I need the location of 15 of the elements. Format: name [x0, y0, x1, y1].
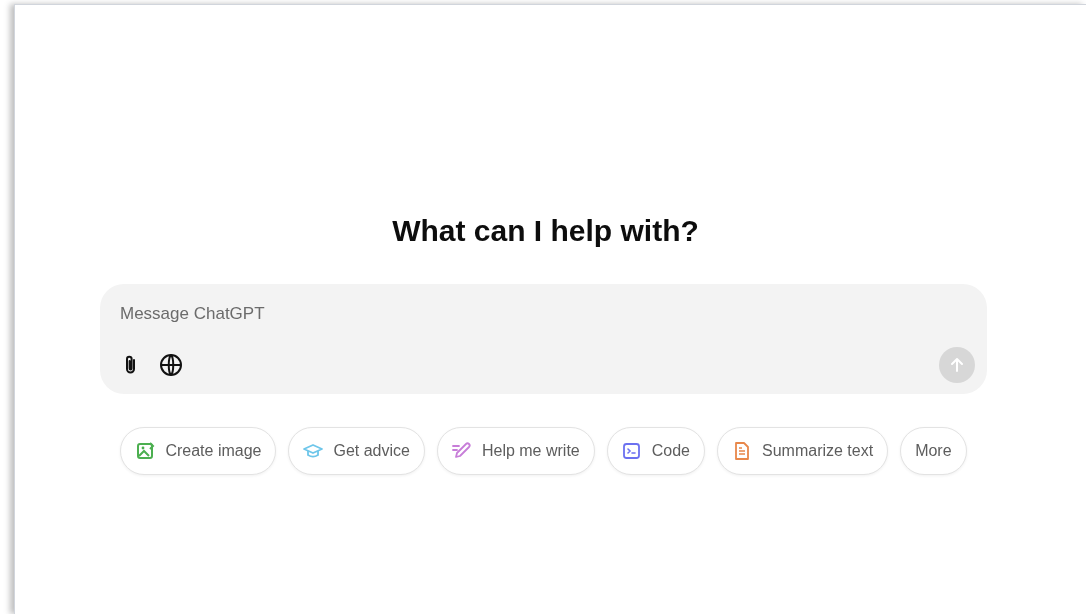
suggestion-chip[interactable]: Summarize text: [717, 427, 889, 475]
image-icon: [135, 441, 156, 461]
message-input[interactable]: Message ChatGPT: [120, 300, 900, 328]
suggestion-chip[interactable]: Create image: [120, 427, 277, 475]
suggestion-chip[interactable]: More: [900, 427, 967, 475]
heading: What can I help with?: [392, 213, 699, 249]
message-composer[interactable]: Message ChatGPT: [100, 284, 987, 394]
suggestion-chip[interactable]: Get advice: [288, 427, 425, 475]
pen-icon: [451, 441, 472, 461]
globe-icon[interactable]: [159, 353, 183, 377]
arrow-up-icon: [949, 357, 965, 373]
terminal-icon: [621, 441, 642, 461]
suggestion-chip[interactable]: Code: [606, 427, 705, 475]
document-icon: [732, 441, 752, 461]
suggestion-chip[interactable]: Help me write: [436, 427, 595, 475]
